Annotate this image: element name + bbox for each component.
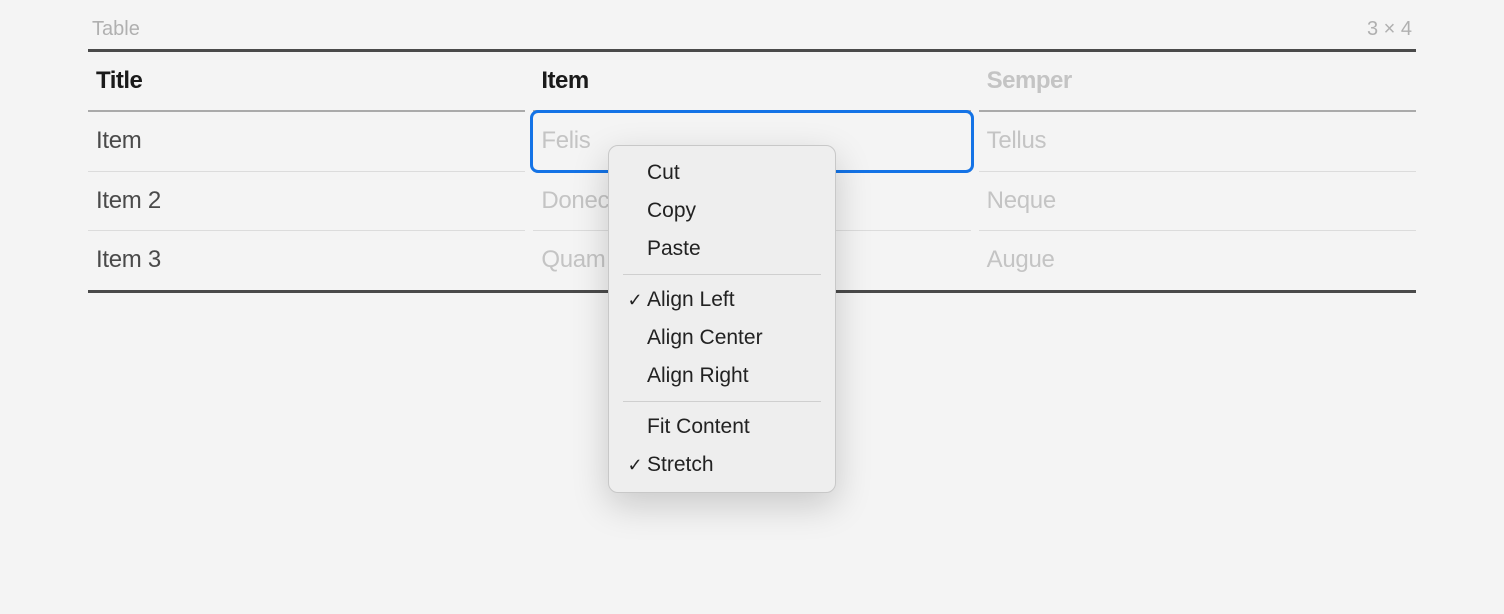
menu-item[interactable]: Paste (609, 230, 835, 268)
table-dimensions: 3 × 4 (1367, 18, 1412, 41)
table-cell[interactable]: Item (88, 112, 525, 171)
menu-item[interactable]: Align Center (609, 319, 835, 357)
menu-item[interactable]: Cut (609, 154, 835, 192)
table-cell[interactable]: Neque (979, 172, 1416, 231)
menu-item[interactable]: ✓Align Left (609, 281, 835, 319)
table-cell[interactable]: Item 3 (88, 231, 525, 289)
cell-text: Neque (987, 187, 1056, 214)
menu-divider (623, 274, 821, 275)
menu-item-label: Align Right (647, 364, 749, 388)
menu-divider (623, 401, 821, 402)
menu-item[interactable]: Fit Content (609, 408, 835, 446)
column-header[interactable]: Semper (979, 52, 1416, 112)
table-meta: Table 3 × 4 (88, 18, 1416, 49)
menu-item-label: Align Left (647, 288, 735, 312)
menu-item-label: Fit Content (647, 415, 750, 439)
column-header[interactable]: Title (88, 52, 525, 112)
table-cell[interactable]: Augue (979, 231, 1416, 289)
context-menu: CutCopyPaste✓Align LeftAlign CenterAlign… (608, 145, 836, 493)
menu-item-label: Copy (647, 199, 696, 223)
cell-text: Item (96, 127, 141, 154)
cell-text: Augue (987, 246, 1055, 273)
check-icon: ✓ (623, 455, 647, 476)
check-icon: ✓ (623, 290, 647, 311)
menu-item[interactable]: Copy (609, 192, 835, 230)
menu-item-label: Align Center (647, 326, 763, 350)
menu-item-label: Stretch (647, 453, 714, 477)
column-header[interactable]: Item (533, 52, 970, 112)
cell-text: Item 2 (96, 187, 161, 214)
table-cell[interactable]: Item 2 (88, 172, 525, 231)
table-label: Table (92, 18, 140, 41)
cell-text: Quam (541, 246, 605, 273)
cell-text: Donec (541, 187, 609, 214)
menu-item-label: Cut (647, 161, 680, 185)
menu-item-label: Paste (647, 237, 701, 261)
table-cell[interactable]: Tellus (979, 112, 1416, 171)
menu-item[interactable]: ✓Stretch (609, 446, 835, 484)
cell-text: Felis (541, 127, 590, 154)
cell-text: Item 3 (96, 246, 161, 273)
menu-item[interactable]: Align Right (609, 357, 835, 395)
cell-text: Tellus (987, 127, 1047, 154)
